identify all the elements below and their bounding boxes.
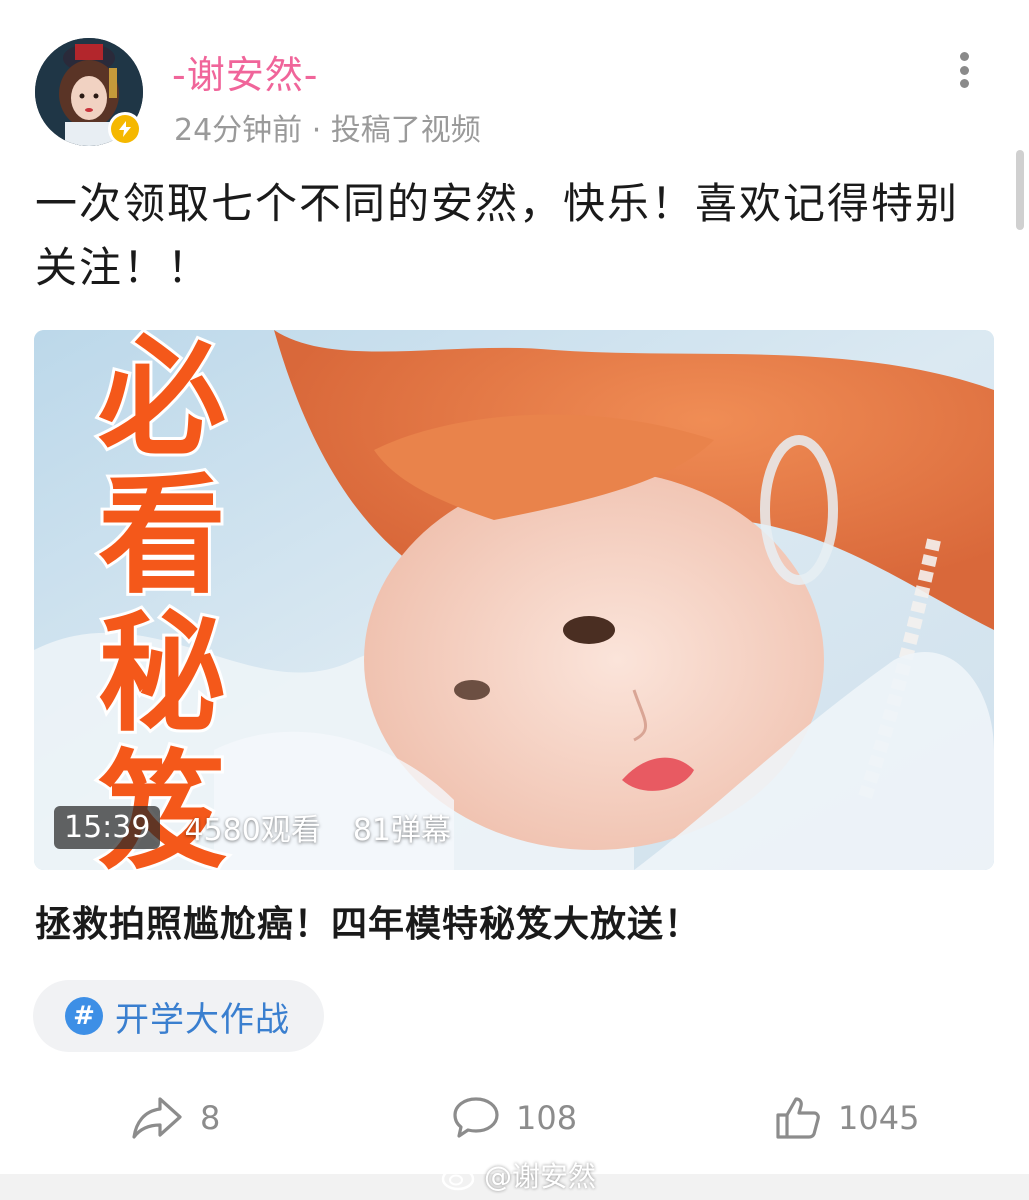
author-name[interactable]: -谢安然- — [172, 44, 318, 99]
post-text: 一次领取七个不同的安然，快乐！喜欢记得特别关注！！ — [35, 179, 960, 292]
thumbnail-overlay-text: 必 看 秘 笈 — [82, 330, 242, 870]
post-meta: 24分钟前 · 投稿了视频 — [174, 113, 481, 148]
scrollbar[interactable] — [1016, 150, 1024, 230]
comment-icon — [453, 1097, 499, 1138]
more-vertical-icon — [959, 52, 969, 61]
watermark: @谢安然 — [440, 1155, 596, 1195]
watermark-text: @谢安然 — [484, 1160, 597, 1193]
lightning-icon — [119, 121, 131, 137]
video-card[interactable]: 必 看 秘 笈 15:39 4580观看 81弹幕 — [34, 330, 994, 870]
overlay-char: 秘 — [95, 600, 229, 749]
comment-button[interactable]: 108 — [452, 1090, 577, 1146]
verified-badge — [108, 112, 142, 146]
more-options-button[interactable] — [948, 48, 980, 92]
share-button[interactable]: 8 — [130, 1090, 220, 1146]
share-count: 8 — [200, 1099, 221, 1137]
thumbs-up-icon — [776, 1097, 820, 1139]
video-title[interactable]: 拯救拍照尴尬癌！四年模特秘笈大放送！ — [35, 895, 701, 947]
topic-label: 开学大作战 — [115, 999, 290, 1040]
feed-post: -谢安然- 24分钟前 · 投稿了视频 一次领取七个不同的安然，快乐！喜欢记得特… — [0, 0, 1029, 1200]
weibo-logo-icon — [441, 1162, 478, 1191]
hashtag-icon: # — [65, 997, 103, 1035]
view-count: 4580观看 — [184, 813, 321, 848]
like-button[interactable]: 1045 — [774, 1090, 919, 1146]
like-count: 1045 — [838, 1099, 920, 1137]
duration-badge: 15:39 — [54, 805, 161, 849]
overlay-char: 必 — [95, 330, 229, 473]
comment-count: 108 — [516, 1099, 578, 1137]
share-icon — [132, 1097, 182, 1139]
overlay-char: 看 — [95, 462, 229, 611]
topic-tag[interactable]: # 开学大作战 — [33, 980, 324, 1052]
danmaku-count: 81弹幕 — [352, 813, 452, 848]
video-stats: 15:39 4580观看 81弹幕 — [54, 802, 451, 852]
